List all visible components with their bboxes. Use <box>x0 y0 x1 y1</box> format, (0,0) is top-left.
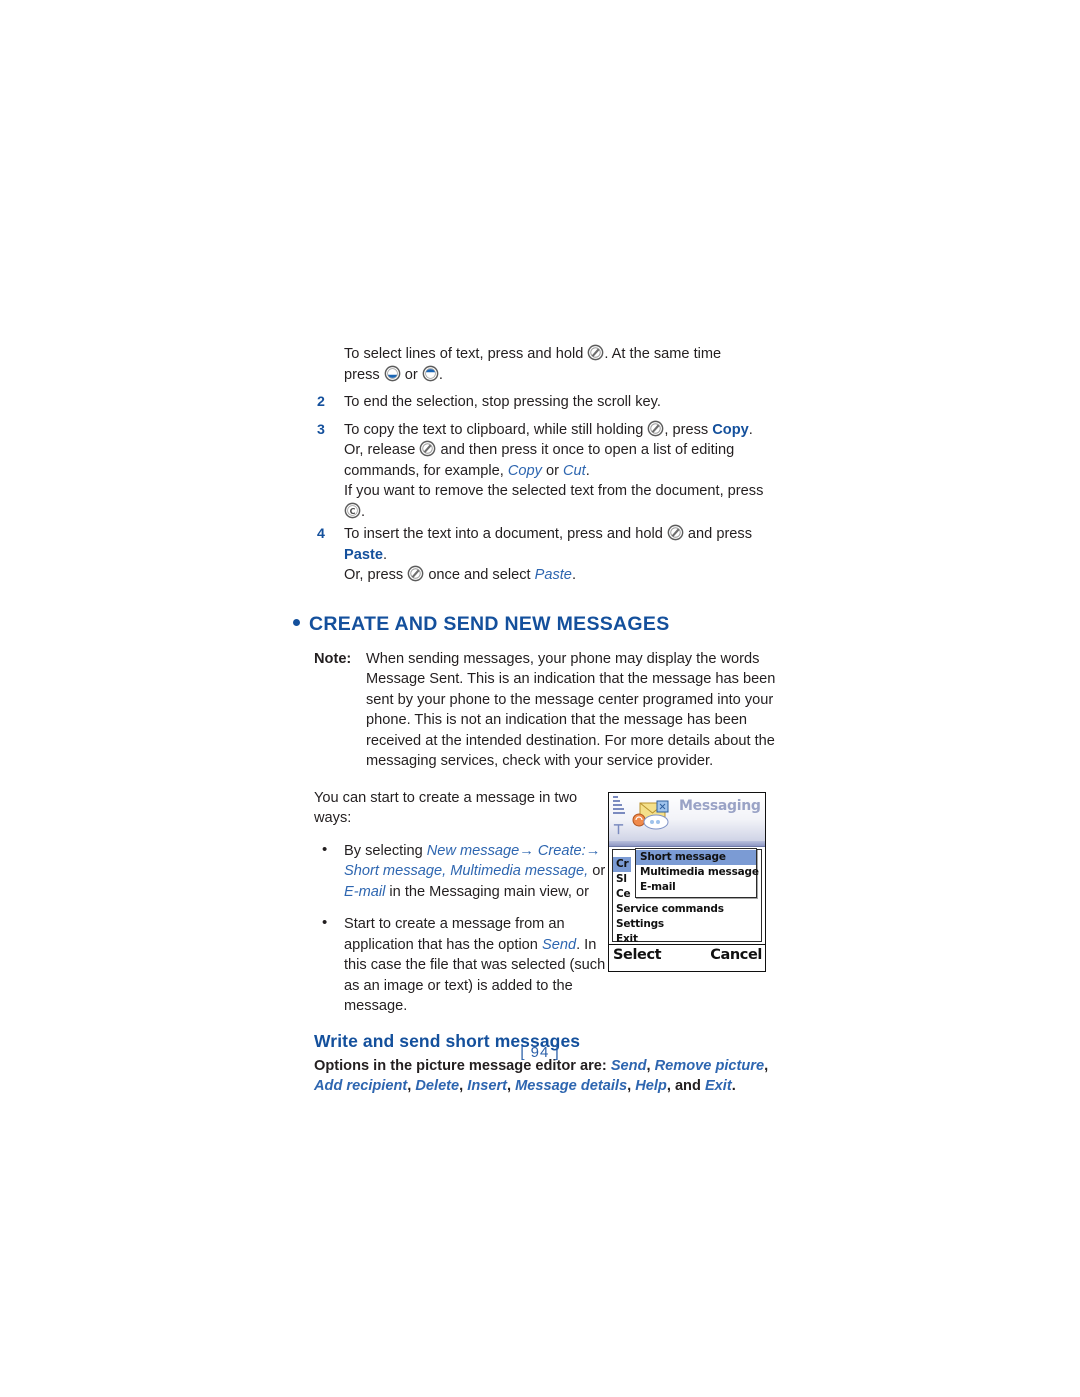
step3-line3-mid: or <box>541 462 564 479</box>
ways-column: You can start to create a message in two… <box>314 788 606 1017</box>
step-2-number: 2 <box>317 394 325 410</box>
option-exit: Exit <box>704 1078 732 1094</box>
step1-line1-post: . At the same time <box>604 346 722 362</box>
section-heading: CREATE AND SEND NEW MESSAGES <box>293 613 784 636</box>
b2-a: Start to create a message from an applic… <box>344 916 565 953</box>
edit-pencil-key-icon <box>667 524 684 541</box>
edit-pencil-key-icon <box>419 440 436 457</box>
create-menu-item: Create: <box>533 842 586 859</box>
bullet-glyph-icon: • <box>322 914 328 931</box>
step-1-continuation: To select lines of text, press and hold … <box>314 344 784 385</box>
multimedia-message-menu-item: Multimedia message <box>450 863 585 879</box>
paste-softkey-label: Paste <box>344 546 383 563</box>
step-4-number: 4 <box>317 526 325 542</box>
step1-line2-post: . <box>438 366 443 383</box>
page-content: To select lines of text, press and hold … <box>293 344 784 1097</box>
option-insert: Insert <box>467 1078 508 1094</box>
softkey-select[interactable]: Select <box>613 947 662 963</box>
cut-menu-item: Cut <box>563 462 586 479</box>
antenna-icon <box>612 821 625 834</box>
submenu-item-short-message[interactable]: Short message <box>636 849 756 865</box>
step3-line2-pre: Or, release <box>344 442 420 458</box>
phone-softkey-bar: Select Cancel <box>609 943 765 971</box>
phone-app-title: Messaging <box>679 797 761 814</box>
note-block: Note: When sending messages, your phone … <box>314 649 784 772</box>
step3-line1-mid: , press <box>664 421 713 438</box>
ways-bullet-list: • By selecting New message→ Create:→ Sho… <box>314 841 606 1017</box>
note-text: When sending messages, your phone may di… <box>366 650 776 770</box>
submenu-item-email[interactable]: E-mail <box>636 880 756 895</box>
scroll-down-key-icon <box>422 365 439 382</box>
editor-options-text: Options in the picture message editor ar… <box>314 1057 769 1095</box>
ways-intro: You can start to create a message in two… <box>314 789 578 827</box>
step4-line1-pre: To insert the text into a document, pres… <box>344 526 667 542</box>
arrow-right-icon-1: → <box>519 842 534 859</box>
step-2-text: To end the selection, stop pressing the … <box>344 394 661 410</box>
phone-screenshot: Messaging Cr Sl Ce Service commands Sett… <box>608 791 766 972</box>
submenu-item-multimedia-message[interactable]: Multimedia message <box>636 865 759 880</box>
b1-comma-2: , <box>584 863 589 879</box>
page-number: [ 94 ] <box>520 1044 560 1061</box>
bullet-glyph-icon: • <box>322 840 328 858</box>
b1-a: By selecting <box>344 842 427 859</box>
svg-text:C: C <box>350 506 356 515</box>
ways-and-screenshot: You can start to create a message in two… <box>314 788 784 1017</box>
phone-status-bar: Messaging <box>609 792 765 841</box>
option-add-recipient: Add recipient <box>314 1078 408 1094</box>
softkey-cancel[interactable]: Cancel <box>710 947 762 963</box>
step-3-number: 3 <box>317 421 325 438</box>
option-message-details: Message details <box>515 1078 628 1094</box>
step-4: 4 To insert the text into a document, pr… <box>314 524 784 586</box>
step-3: 3 To copy the text to clipboard, while s… <box>314 420 784 523</box>
option-help: Help <box>635 1078 667 1094</box>
menu-item-create-message[interactable]: Cr <box>613 856 632 872</box>
step3-line4-pre: If you want to remove the selected text … <box>344 483 764 499</box>
step4-line3-mid: once and select <box>424 567 535 583</box>
step3-line1-pre: To copy the text to clipboard, while sti… <box>344 421 648 438</box>
step3-line2-post: and then press it once to open a list of… <box>436 442 735 458</box>
ways-bullet-2: • Start to create a message from an appl… <box>314 914 606 1017</box>
phone-create-submenu: Short message Multimedia message E-mail <box>635 847 759 898</box>
manual-page: To select lines of text, press and hold … <box>0 0 1080 1397</box>
step-2: 2 To end the selection, stop pressing th… <box>314 392 784 413</box>
arrow-right-icon-2: → <box>585 842 601 859</box>
step4-line1-post: and press <box>683 526 753 542</box>
phone-menu-area: Cr Sl Ce Service commands Settings Exit … <box>609 846 765 945</box>
send-menu-item: Send <box>541 936 577 953</box>
note-label: Note: <box>314 650 352 667</box>
ways-bullet-1: • By selecting New message→ Create:→ Sho… <box>314 841 606 903</box>
step4-line3-pre: Or, press <box>344 567 408 583</box>
section-heading-text: CREATE AND SEND NEW MESSAGES <box>309 612 670 635</box>
short-message-menu-item: Short message <box>344 863 443 879</box>
options-and: and <box>674 1078 705 1094</box>
edit-pencil-key-icon <box>407 565 424 582</box>
option-delete: Delete <box>415 1078 460 1094</box>
step3-line3-pre: commands, for example, <box>344 462 508 479</box>
paste-menu-item: Paste <box>534 567 572 583</box>
copy-menu-item: Copy <box>507 462 542 479</box>
b1-or: or <box>592 863 606 879</box>
step3-line4-post: . <box>361 503 366 520</box>
step4-line3-post: . <box>571 567 576 583</box>
b1-tail: in the Messaging main view, or <box>385 883 589 900</box>
menu-item-settings[interactable]: Settings <box>616 917 761 932</box>
step3-line1-post: . <box>748 421 753 438</box>
options-period: . <box>731 1078 736 1094</box>
step1-line1-pre: To select lines of text, press and hold <box>344 346 588 362</box>
step4-line2-period: . <box>382 546 388 563</box>
edit-pencil-key-icon <box>587 344 604 361</box>
scroll-up-key-icon <box>384 365 401 382</box>
bullet-dot-icon <box>293 618 300 626</box>
clear-c-key-icon: C <box>344 502 361 519</box>
edit-pencil-key-icon <box>647 420 664 437</box>
menu-item-service-commands[interactable]: Service commands <box>616 902 761 917</box>
messaging-envelope-icon <box>631 800 677 834</box>
step1-line2-pre: press <box>344 366 384 383</box>
new-message-menu-item: New message <box>426 842 520 859</box>
copy-softkey-label: Copy <box>712 421 749 438</box>
step1-line2-mid: or <box>400 366 422 383</box>
step3-line3-post: . <box>585 462 590 479</box>
signal-bars-icon <box>613 795 625 816</box>
email-menu-item: E-mail <box>344 883 386 900</box>
